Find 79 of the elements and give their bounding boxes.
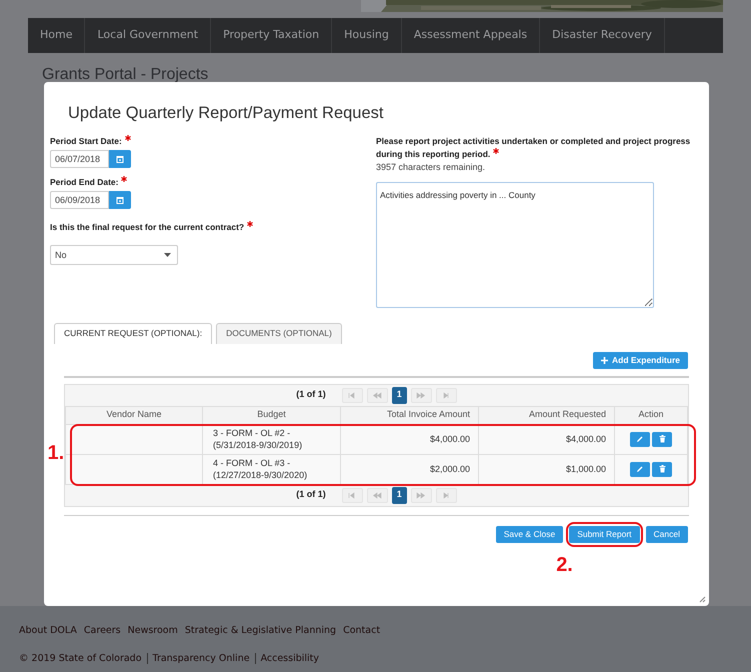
footer-link[interactable]: About DOLA (19, 625, 77, 636)
delete-button[interactable] (652, 432, 672, 446)
nav-link[interactable]: Housing (332, 18, 402, 53)
edit-button[interactable] (630, 432, 650, 446)
table-cell: 4 - FORM - OL #3 - (12/27/2018-9/30/2020) (202, 454, 340, 484)
calendar-icon (116, 154, 124, 163)
page-summary: (1 of 1) (296, 388, 326, 402)
previous-page-button[interactable] (366, 488, 388, 502)
annotation-label: 1. (48, 443, 64, 463)
nav-link[interactable]: Property Taxation (211, 18, 332, 53)
table-cell: $4,000.00 (340, 424, 478, 454)
trash-icon (658, 435, 666, 443)
first-page-button[interactable] (342, 388, 363, 402)
edit-button[interactable] (630, 462, 650, 476)
trash-icon (658, 465, 666, 473)
modal-title: Update Quarterly Report/Payment Request (68, 104, 384, 122)
nav-link[interactable]: Home (28, 18, 86, 53)
last-page-button[interactable] (436, 388, 457, 402)
column-header: Amount Requested (478, 406, 614, 424)
date-field[interactable]: 06/09/2018 (50, 190, 109, 208)
calendar-button[interactable] (109, 150, 131, 168)
column-header: Action (614, 406, 688, 424)
field-label: Period Start Date: (50, 136, 122, 146)
footer-link[interactable]: Accessibility (254, 653, 320, 664)
page-summary: (1 of 1) (296, 488, 326, 502)
table-cell: $1,000.00 (478, 454, 614, 484)
next-page-button[interactable] (410, 488, 432, 502)
form-button[interactable]: Submit Report (569, 526, 640, 542)
footer-link[interactable]: Contact (343, 625, 380, 636)
previous-page-icon (372, 390, 382, 400)
annotation-label: 2. (556, 554, 573, 574)
copyright-text: © 2019 State of Colorado (19, 653, 142, 664)
calendar-icon (116, 196, 124, 204)
select-field[interactable]: No (50, 245, 178, 266)
page-title: Grants Portal - Projects (42, 66, 208, 84)
pencil-icon (636, 435, 644, 443)
page-button[interactable]: 1 (392, 486, 407, 504)
caret-icon (164, 253, 171, 258)
last-page-icon (441, 390, 452, 400)
date-field[interactable]: 06/07/2018 (50, 150, 109, 168)
next-page-icon (416, 490, 426, 500)
previous-page-icon (372, 490, 382, 500)
footer-link[interactable]: Newsroom (128, 625, 178, 636)
description-field[interactable]: Activities addressing poverty in ... County (376, 182, 654, 308)
form-button[interactable]: Cancel (646, 526, 688, 542)
first-page-icon (347, 490, 358, 500)
form-button[interactable]: Save & Close (496, 526, 564, 542)
footer-link[interactable]: Strategic & Legislative Planning (184, 625, 336, 636)
next-page-icon (416, 390, 426, 400)
field-label: Is this the final request for the current contract? (50, 222, 244, 232)
field-label: Please report project activities undertaken or completed and project progress during this reporting period. (376, 136, 690, 159)
character-count: 3957 characters remaining. (376, 160, 486, 174)
footer-link[interactable]: Careers (84, 625, 121, 636)
resize-grip-icon[interactable] (699, 596, 706, 603)
last-page-icon (441, 490, 452, 500)
tab[interactable]: DOCUMENTS (OPTIONAL) (216, 322, 342, 344)
tab[interactable]: CURRENT REQUEST (OPTIONAL): (54, 322, 212, 344)
field-label: Period End Date: (50, 176, 118, 187)
first-page-icon (347, 390, 358, 400)
table-cell: $4,000.00 (478, 424, 614, 454)
footer-link[interactable]: Transparency Online (146, 653, 250, 664)
nav-link[interactable]: Local Government (85, 18, 212, 53)
next-page-button[interactable] (410, 388, 432, 402)
table-cell: $2,000.00 (340, 454, 478, 484)
nav-link[interactable]: Assessment Appeals (402, 18, 540, 53)
nav-link[interactable]: Disaster Recovery (540, 18, 665, 53)
column-header: Vendor Name (66, 406, 202, 424)
page-button[interactable]: 1 (392, 386, 407, 404)
column-header: Budget (202, 406, 340, 424)
plus-icon (600, 356, 608, 364)
column-header: Total Invoice Amount (340, 406, 478, 424)
calendar-button[interactable] (109, 190, 131, 208)
last-page-button[interactable] (436, 488, 457, 502)
add-expenditure-button[interactable]: Add Expenditure (592, 352, 688, 368)
delete-button[interactable] (652, 462, 672, 476)
previous-page-button[interactable] (366, 388, 388, 402)
pencil-icon (636, 465, 644, 473)
table-cell: 3 - FORM - OL #2 - (5/31/2018-9/30/2019) (202, 424, 340, 454)
first-page-button[interactable] (342, 488, 363, 502)
